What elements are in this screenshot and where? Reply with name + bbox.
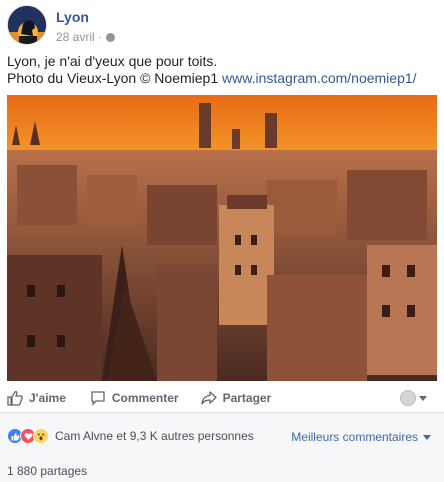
page-name[interactable]: Lyon xyxy=(56,9,89,25)
user-avatar xyxy=(400,390,416,406)
comment-button[interactable]: Commenter xyxy=(90,390,179,406)
meta-separator: · xyxy=(98,31,103,43)
thumbs-up-icon xyxy=(7,390,23,406)
shares-bar: 1 880 partages xyxy=(0,456,444,482)
globe-icon xyxy=(106,32,116,42)
chevron-down-icon xyxy=(423,434,431,440)
share-count[interactable]: 1 880 partages xyxy=(7,464,87,478)
post-date[interactable]: 28 avril xyxy=(56,30,95,44)
comment-icon xyxy=(91,391,105,406)
post-caption: Lyon, je n'ai d'yeux que pour toits. Pho… xyxy=(7,53,437,87)
share-label: Partager xyxy=(222,391,272,405)
share-as-selector[interactable] xyxy=(400,390,427,406)
action-bar: J'aime Commenter Partager xyxy=(7,384,437,412)
reaction-summary[interactable]: Cam Alvne et 9,3 K autres personnes xyxy=(7,428,254,444)
post-photo[interactable] xyxy=(7,95,437,381)
caption-line-1: Lyon, je n'ai d'yeux que pour toits. xyxy=(7,53,218,69)
chevron-down-icon xyxy=(419,395,427,401)
like-label: J'aime xyxy=(29,391,66,405)
reaction-count-text[interactable]: Cam Alvne et 9,3 K autres personnes xyxy=(55,429,254,443)
sort-label: Meilleurs commentaires xyxy=(291,430,418,444)
post-header: Lyon 28 avril · xyxy=(7,5,437,45)
facebook-post: Lyon 28 avril · Lyon, je n'ai d'yeux que… xyxy=(0,0,444,482)
share-button[interactable]: Partager xyxy=(200,390,272,406)
like-button[interactable]: J'aime xyxy=(7,390,66,406)
instagram-link[interactable]: www.instagram.com/noemiep1/ xyxy=(222,70,417,86)
caption-credit: Photo du Vieux-Lyon © Noemiep1 xyxy=(7,70,223,86)
comment-sort-dropdown[interactable]: Meilleurs commentaires xyxy=(291,430,431,444)
reactions-bar: Cam Alvne et 9,3 K autres personnes Meil… xyxy=(0,413,444,456)
page-avatar[interactable] xyxy=(7,5,47,45)
post-meta: 28 avril · xyxy=(56,30,116,44)
comment-label: Commenter xyxy=(111,391,179,405)
caption-line-2: Photo du Vieux-Lyon © Noemiep1 www.insta… xyxy=(7,70,437,87)
share-arrow-icon xyxy=(200,391,217,405)
wow-icon xyxy=(33,428,49,444)
